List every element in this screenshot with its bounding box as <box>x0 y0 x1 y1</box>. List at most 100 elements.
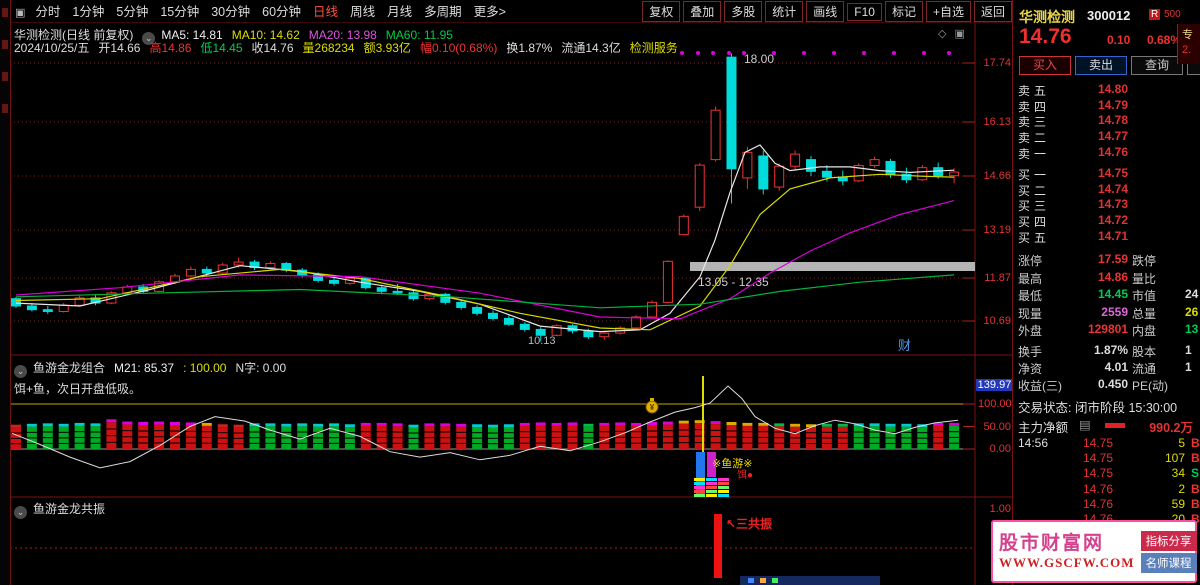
ohlc-value: 低14.45 <box>200 41 243 55</box>
stat-label: 市值 <box>1132 289 1157 304</box>
indicator1-value: M21: 85.37 <box>114 361 175 375</box>
tick-side: B <box>1191 496 1200 511</box>
period-tab-周线[interactable]: 周线 <box>350 1 375 20</box>
tick-price: 14.75 <box>1082 436 1113 450</box>
ohlc-value: 流通14.3亿 <box>561 41 621 55</box>
window-icon[interactable]: ▣ <box>15 7 25 19</box>
stat-value: 1.87% <box>1093 343 1128 357</box>
svg-text:10.13: 10.13 <box>528 335 556 347</box>
toolbar-left: ▣ 分时 1分钟 5分钟 15分钟 30分钟 60分钟 日线 周线 月线 多周期 更多> <box>11 1 512 21</box>
ohlc-value: 额3.93亿 <box>363 41 411 55</box>
svg-text:¥: ¥ <box>650 403 655 412</box>
margin-badge: R <box>1149 9 1161 20</box>
button-查询[interactable]: 查询 <box>1131 56 1183 75</box>
period-tab-分时[interactable]: 分时 <box>35 1 60 20</box>
price-change-pct: 0.68% <box>1147 33 1182 47</box>
edge-cutoff-panel: 专 2. <box>1177 24 1200 64</box>
toolbar-button-统计[interactable]: 统计 <box>765 0 804 22</box>
stat-label: 量比 <box>1132 271 1157 286</box>
chevron-down-icon[interactable]: ⌄ <box>14 506 27 519</box>
price-axis-label: 16.13 <box>983 116 1011 128</box>
stat-value: 1 <box>1185 343 1192 357</box>
level-price: 14.75 <box>1097 166 1128 180</box>
stat-value: 4.01 <box>1104 360 1128 374</box>
level-label: 买四 <box>1018 215 1051 230</box>
toolbar-button-返回[interactable]: 返回 <box>973 0 1012 22</box>
stat-label: 最高 <box>1018 271 1043 286</box>
watermark-banner: 股市财富网 WWW.GSCFW.COM 指标分享 名师课程 <box>991 520 1197 583</box>
fin-row: 净资 4.01 流通 1 <box>1013 360 1200 377</box>
main-flow-label: 主力净额 <box>1018 421 1069 435</box>
price-axis-label: 10.69 <box>983 315 1011 327</box>
window-split-icon[interactable]: ▣ <box>954 28 972 40</box>
level-price: 14.72 <box>1097 213 1128 228</box>
stat-label: 涨停 <box>1018 254 1043 268</box>
tick-time: 14:56 <box>1018 436 1049 450</box>
ask-row[interactable]: 卖五 14.80 <box>1013 82 1200 98</box>
toolbar-button-+自选[interactable]: +自选 <box>925 0 971 22</box>
watermark-title: 股市财富网 <box>999 532 1105 554</box>
stat-label: 流通 <box>1132 362 1157 376</box>
stat-label: 净资 <box>1018 362 1043 376</box>
period-tab-30分钟[interactable]: 30分钟 <box>211 1 250 20</box>
stat-label: 现量 <box>1018 306 1043 321</box>
edge-panel-text: 专 <box>1182 29 1193 41</box>
stat-value: 0.450 <box>1097 377 1128 391</box>
toolbar-button-标记[interactable]: 标记 <box>884 0 923 22</box>
detail-icon[interactable]: ▤ <box>1079 417 1091 432</box>
ask-row[interactable]: 卖二 14.77 <box>1013 129 1200 145</box>
stat-label: 外盘 <box>1018 324 1043 339</box>
indicator1-header: ⌄ 鱼游金龙组合 M21: 85.37: 100.00 N字: 0.00 <box>14 359 295 378</box>
chevron-down-icon[interactable]: ⌄ <box>14 365 27 378</box>
level-price: 14.73 <box>1097 197 1128 212</box>
period-tab-多周期[interactable]: 多周期 <box>424 1 462 20</box>
ohlc-value: 幅0.10(0.68%) <box>419 41 498 55</box>
toolbar-button-多股[interactable]: 多股 <box>724 0 763 22</box>
watermark-url: WWW.GSCFW.COM <box>999 554 1135 570</box>
level-price: 14.78 <box>1097 113 1128 128</box>
svg-text:※鱼游※: ※鱼游※ <box>712 456 752 470</box>
bid-row[interactable]: 买二 14.74 <box>1013 182 1200 198</box>
toolbar-button-复权[interactable]: 复权 <box>642 0 681 22</box>
edge-panel-value: 2. <box>1182 44 1192 56</box>
period-tab-1分钟[interactable]: 1分钟 <box>72 1 104 20</box>
ask-row[interactable]: 卖四 14.79 <box>1013 98 1200 114</box>
bid-row[interactable]: 买三 14.73 <box>1013 197 1200 213</box>
fin-row: 收益(三) 0.450 PE(动) <box>1013 377 1200 394</box>
bid-row[interactable]: 买一 14.75 <box>1013 166 1200 182</box>
level-label: 卖三 <box>1018 115 1051 130</box>
period-tab-60分钟[interactable]: 60分钟 <box>262 1 301 20</box>
stat-value: 1 <box>1185 360 1192 374</box>
tick-volume: 2 <box>1178 481 1185 496</box>
period-tab-15分钟[interactable]: 15分钟 <box>160 1 199 20</box>
svg-text:饵●: 饵● <box>737 468 753 481</box>
period-tab-日线[interactable]: 日线 <box>313 1 338 20</box>
price-axis-label: 14.66 <box>983 170 1011 182</box>
indicator2-header: ⌄ 鱼游金龙共振 <box>14 500 105 519</box>
toolbar-button-画线[interactable]: 画线 <box>806 0 845 22</box>
toolbar-button-F10[interactable]: F10 <box>847 2 882 21</box>
period-tab-更多>[interactable]: 更多> <box>474 1 506 20</box>
tick-volume: 5 <box>1178 436 1185 450</box>
ohlc-info-line: 2024/10/25/五 开14.66 高14.86 低14.45 收14.76 量268… <box>14 39 687 56</box>
indicator1-note: 饵+鱼，次日开盘低吸。 <box>14 382 142 396</box>
button-买入[interactable]: 买入 <box>1019 56 1071 75</box>
ask-row[interactable]: 卖三 14.78 <box>1013 113 1200 129</box>
level-label: 买三 <box>1018 199 1051 214</box>
period-tab-5分钟[interactable]: 5分钟 <box>116 1 148 20</box>
stat-value: 2559 <box>1101 304 1128 319</box>
bid-row[interactable]: 买五 14.71 <box>1013 229 1200 245</box>
watermark-badge: 指标分享 <box>1140 530 1197 551</box>
ask-row[interactable]: 卖一 14.76 <box>1013 145 1200 161</box>
stat-label: 内盘 <box>1132 324 1157 339</box>
indicator-axis-label: 50.00 <box>983 420 1011 433</box>
button-卖出[interactable]: 卖出 <box>1075 56 1127 75</box>
chart-corner-icons[interactable]: ◇▣ <box>938 27 973 40</box>
level-price: 14.80 <box>1097 82 1128 96</box>
diamond-icon[interactable]: ◇ <box>938 28 954 40</box>
period-tab-月线[interactable]: 月线 <box>387 1 412 20</box>
toolbar-button-叠加[interactable]: 叠加 <box>683 0 722 22</box>
tick-volume: 59 <box>1171 496 1185 511</box>
bid-row[interactable]: 买四 14.72 <box>1013 213 1200 229</box>
level-price: 14.76 <box>1097 144 1128 159</box>
